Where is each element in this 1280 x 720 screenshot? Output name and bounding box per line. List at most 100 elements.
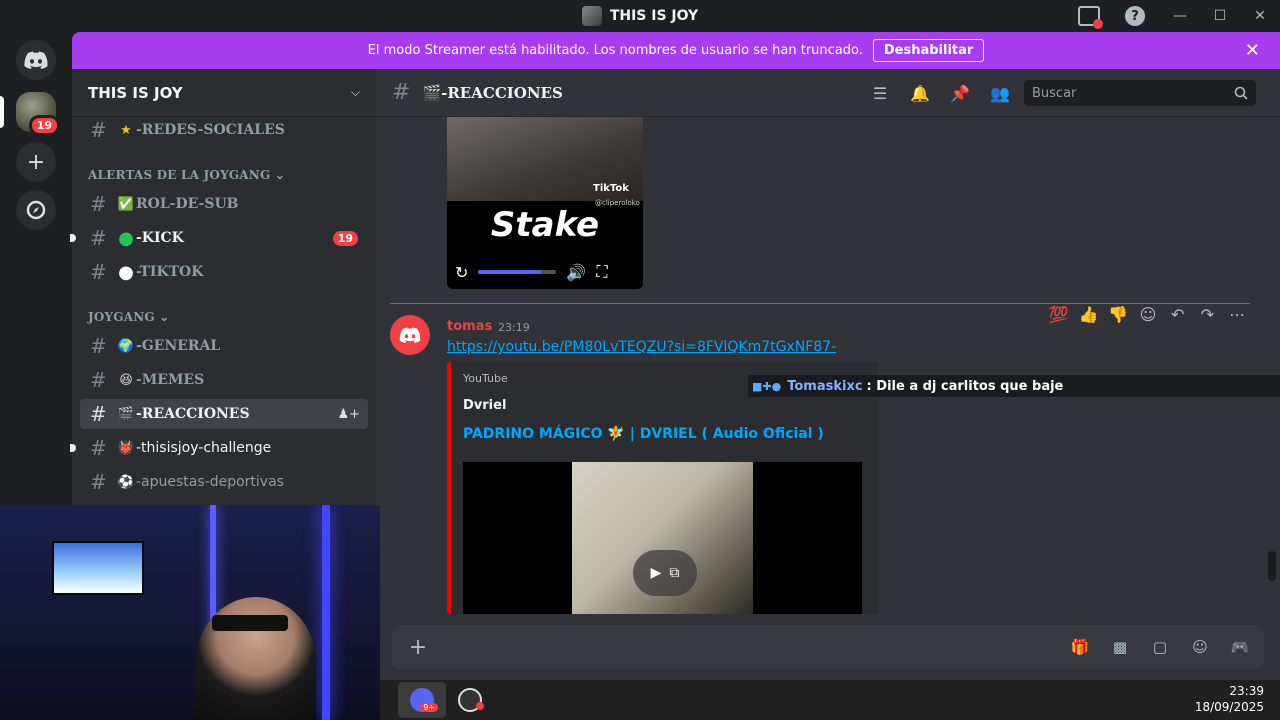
star-icon: ★ bbox=[120, 122, 132, 138]
window-title: THIS IS JOY bbox=[609, 8, 699, 24]
pin-icon[interactable]: 📌 bbox=[950, 83, 970, 103]
channel-title: 🎬-REACCIONES bbox=[422, 83, 563, 102]
hash-icon: # bbox=[90, 226, 107, 250]
laughing-icon: 😆 bbox=[119, 372, 133, 388]
channel-name: -REDES-SOCIALES bbox=[136, 122, 285, 138]
taskbar: 9+ 23:39 18/09/2025 bbox=[380, 680, 1280, 720]
hash-icon: # bbox=[90, 118, 107, 142]
taskbar-badge: 9+ bbox=[420, 703, 438, 712]
channel-name: -thisisjoy-challenge bbox=[136, 440, 272, 456]
plus-icon[interactable]: + bbox=[406, 635, 430, 660]
channel-name: -REACCIONES bbox=[136, 406, 250, 422]
help-icon[interactable]: ? bbox=[1125, 6, 1145, 26]
home-button[interactable] bbox=[16, 40, 56, 80]
threads-icon[interactable]: ☰ bbox=[870, 83, 890, 103]
channel-rol-de-sub[interactable]: # ✅ ROL-DE-SUB bbox=[80, 189, 368, 219]
category-label: JOYGANG bbox=[88, 310, 155, 324]
window-controls: — ☐ ✕ bbox=[1160, 0, 1280, 32]
video-player[interactable]: TikTok @cliperoloko Stake ↻ 🔊 ⛶ bbox=[447, 117, 643, 289]
reply-icon[interactable]: ↶ bbox=[1167, 305, 1189, 324]
explore-button[interactable] bbox=[16, 190, 56, 230]
soccer-ball-icon: ⚽ bbox=[117, 474, 135, 490]
hash-icon: # bbox=[90, 260, 107, 284]
channel-memes[interactable]: # 😆 -MEMES bbox=[80, 365, 368, 395]
avatar[interactable] bbox=[390, 315, 430, 355]
reaction-thumbs-down[interactable]: 👎 bbox=[1107, 305, 1129, 324]
play-button[interactable]: ▶ ⧉ bbox=[633, 550, 697, 596]
bell-icon[interactable]: 🔔 bbox=[910, 83, 930, 103]
composer-tools: 🎁 ▩ ▢ ☺ 🎮 bbox=[1068, 635, 1252, 659]
video-progress-fill bbox=[478, 270, 541, 274]
search-box[interactable] bbox=[1024, 80, 1256, 106]
taskbar-discord[interactable]: 9+ bbox=[398, 682, 446, 718]
emoji-icon[interactable]: ☺ bbox=[1188, 635, 1212, 659]
disable-streamer-button[interactable]: Deshabilitar bbox=[872, 39, 985, 62]
channel-tiktok[interactable]: # ● -TIKTOK bbox=[80, 257, 368, 287]
category-joygang[interactable]: JOYGANG ⌄ bbox=[88, 310, 170, 324]
hash-icon: # bbox=[90, 368, 107, 392]
webcam-feed bbox=[0, 505, 380, 720]
reaction-thumbs-up[interactable]: 👍 bbox=[1078, 305, 1100, 324]
inbox-icon[interactable] bbox=[1078, 6, 1103, 29]
sticker-icon[interactable]: ▢ bbox=[1148, 635, 1172, 659]
channel-apuestas-deportivas[interactable]: # ⚽ -apuestas-deportivas bbox=[80, 467, 368, 497]
message-timestamp: 23:19 bbox=[498, 321, 530, 334]
embed-provider: YouTube bbox=[463, 372, 508, 385]
channel-kick[interactable]: # ● -KICK 19 bbox=[70, 223, 368, 253]
tiktok-label: TikTok bbox=[593, 183, 629, 194]
clapper-icon: 🎬 bbox=[117, 406, 135, 422]
system-clock[interactable]: 23:39 18/09/2025 bbox=[1195, 684, 1264, 714]
open-external-icon[interactable]: ⧉ bbox=[669, 565, 679, 581]
streamer-mode-banner: El modo Streamer está habilitado. Los no… bbox=[72, 32, 1280, 69]
replay-icon[interactable]: ↻ bbox=[455, 263, 468, 282]
add-server-button[interactable]: + bbox=[16, 142, 56, 182]
embed-title[interactable]: PADRINO MÁGICO 🧚 | DVRIEL ( Audio Oficia… bbox=[463, 426, 824, 442]
inbox-badge bbox=[1093, 19, 1103, 29]
scrollbar[interactable] bbox=[1268, 551, 1276, 581]
green-circle-icon: ● bbox=[118, 227, 134, 249]
more-icon[interactable]: ⋯ bbox=[1226, 305, 1248, 324]
channel-reacciones[interactable]: # 🎬 -REACCIONES ♟+ bbox=[80, 399, 368, 429]
volume-icon[interactable]: 🔊 bbox=[566, 263, 586, 282]
embed-thumbnail[interactable]: ▶ ⧉ bbox=[463, 462, 862, 614]
taskbar-obs[interactable] bbox=[446, 682, 494, 718]
discord-logo-icon bbox=[24, 51, 48, 69]
hash-icon: # bbox=[90, 470, 107, 494]
search-icon bbox=[1234, 85, 1248, 104]
video-progress-bar[interactable] bbox=[478, 270, 557, 274]
message-author[interactable]: tomas bbox=[447, 319, 492, 334]
channel-redes-sociales[interactable]: # ★ -REDES-SOCIALES bbox=[80, 115, 368, 145]
channel-general[interactable]: # 🌍 -GENERAL bbox=[80, 331, 368, 361]
category-alertas[interactable]: ALERTAS DE LA JOYGANG ⌄ bbox=[88, 168, 285, 182]
create-invite-icon[interactable]: ♟+ bbox=[337, 407, 360, 422]
headband bbox=[212, 615, 288, 631]
add-reaction-icon[interactable]: ☺ bbox=[1137, 305, 1159, 324]
minimize-button[interactable]: — bbox=[1160, 0, 1200, 32]
close-icon[interactable]: ✕ bbox=[1245, 40, 1260, 61]
server-icon bbox=[581, 6, 602, 26]
message-link[interactable]: https://youtu.be/PM80LvTEQZU?si=8FVlQKm7… bbox=[447, 339, 836, 355]
discord-app: THIS IS JOY ? — ☐ ✕ 19 + El modo Streame… bbox=[0, 0, 1280, 720]
hash-icon: # bbox=[90, 436, 107, 460]
server-name: THIS IS JOY bbox=[88, 83, 183, 102]
banner-text: El modo Streamer está habilitado. Los no… bbox=[367, 43, 863, 58]
channel-thisisjoy-challenge[interactable]: # 👹 -thisisjoy-challenge bbox=[70, 433, 368, 463]
gif-icon[interactable]: ▩ bbox=[1108, 635, 1132, 659]
maximize-button[interactable]: ☐ bbox=[1200, 0, 1240, 32]
unread-indicator bbox=[70, 444, 76, 452]
forward-icon[interactable]: ↷ bbox=[1197, 305, 1219, 324]
server-badge: 19 bbox=[28, 115, 60, 136]
fullscreen-icon[interactable]: ⛶ bbox=[596, 262, 607, 282]
server-this-is-joy[interactable]: 19 bbox=[16, 92, 60, 136]
gift-icon[interactable]: 🎁 bbox=[1068, 635, 1092, 659]
search-input[interactable] bbox=[1032, 85, 1222, 101]
server-header[interactable]: THIS IS JOY ⌵ bbox=[72, 69, 376, 117]
reaction-100[interactable]: 💯 bbox=[1048, 305, 1070, 324]
gamepad-icon[interactable]: 🎮 bbox=[1228, 635, 1252, 659]
message-composer[interactable]: + 🎁 ▩ ▢ ☺ 🎮 bbox=[392, 625, 1264, 669]
members-icon[interactable]: 👥 bbox=[990, 83, 1010, 103]
clock-date: 18/09/2025 bbox=[1194, 700, 1264, 714]
embed-author[interactable]: Dvriel bbox=[463, 398, 506, 413]
close-window-button[interactable]: ✕ bbox=[1240, 0, 1280, 32]
chat-badges-icon: ■✚● bbox=[752, 379, 782, 393]
